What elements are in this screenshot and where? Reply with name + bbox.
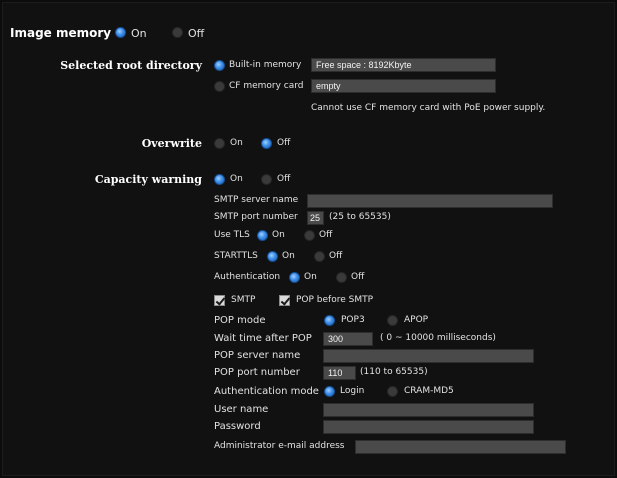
pop-port-label: POP port number xyxy=(214,367,300,378)
smtp-authentication-on-radio[interactable] xyxy=(289,272,300,283)
starttls-on-radio[interactable] xyxy=(267,251,278,262)
smtp-authentication-label: Authentication xyxy=(214,272,281,282)
wait-time-label: Wait time after POP xyxy=(214,333,312,344)
pop-before-smtp-label: POP before SMTP xyxy=(296,295,374,305)
overwrite-on-label: On xyxy=(230,138,243,148)
builtin-memory-radio[interactable] xyxy=(214,60,225,71)
capacity-warning-off-label: Off xyxy=(277,174,291,184)
starttls-off-label: Off xyxy=(329,251,343,261)
admin-email-label: Administrator e-mail address xyxy=(214,441,345,451)
smtp-authentication-on-label: On xyxy=(304,272,317,282)
use-tls-off-label: Off xyxy=(319,230,333,240)
pop-server-name-input[interactable] xyxy=(323,349,534,363)
capacity-warning-on-label: On xyxy=(230,174,243,184)
auth-mode-cram-md5-label: CRAM-MD5 xyxy=(404,386,454,396)
smtp-server-name-label: SMTP server name xyxy=(214,195,299,205)
pop-mode-pop3-radio[interactable] xyxy=(324,315,335,326)
smtp-authentication-off-label: Off xyxy=(351,272,365,282)
capacity-warning-on-radio[interactable] xyxy=(214,174,225,185)
wait-time-input[interactable]: 300 xyxy=(323,332,373,346)
smtp-authentication-off-radio[interactable] xyxy=(336,272,347,283)
image-memory-on-label: On xyxy=(131,27,147,40)
authentication-mode-label: Authentication mode xyxy=(214,386,319,397)
overwrite-label: Overwrite xyxy=(141,137,202,150)
starttls-label: STARTTLS xyxy=(214,251,258,261)
pop-mode-label: POP mode xyxy=(214,315,266,326)
capacity-warning-label: Capacity warning xyxy=(94,173,202,186)
pop-mode-apop-radio[interactable] xyxy=(387,315,398,326)
admin-email-input[interactable] xyxy=(355,440,566,454)
smtp-server-name-input[interactable] xyxy=(307,194,553,208)
starttls-off-radio[interactable] xyxy=(314,251,325,262)
builtin-free-space-field: Free space : 8192Kbyte xyxy=(311,58,496,72)
starttls-on-label: On xyxy=(282,251,295,261)
password-label: Password xyxy=(214,421,261,432)
smtp-checkbox[interactable] xyxy=(214,295,225,306)
capacity-warning-off-radio[interactable] xyxy=(261,174,272,185)
pop-port-input[interactable]: 110 xyxy=(323,366,356,380)
overwrite-on-radio[interactable] xyxy=(214,138,225,149)
wait-time-range: ( 0 ~ 10000 milliseconds) xyxy=(380,333,496,343)
image-memory-off-label: Off xyxy=(188,27,205,40)
use-tls-off-radio[interactable] xyxy=(304,230,315,241)
image-memory-label: Image memory xyxy=(10,26,112,40)
auth-mode-cram-md5-radio[interactable] xyxy=(387,386,398,397)
cf-poe-note: Cannot use CF memory card with PoE power… xyxy=(311,103,546,113)
auth-mode-login-radio[interactable] xyxy=(324,386,335,397)
auth-mode-login-label: Login xyxy=(340,386,365,396)
pop-mode-apop-label: APOP xyxy=(404,315,429,325)
smtp-port-range: (25 to 65535) xyxy=(329,212,391,222)
password-input[interactable] xyxy=(323,420,534,434)
smtp-port-label: SMTP port number xyxy=(214,212,298,222)
image-memory-on-radio[interactable] xyxy=(115,27,126,38)
smtp-checkbox-label: SMTP xyxy=(231,295,256,305)
root-directory-label: Selected root directory xyxy=(60,59,202,72)
use-tls-on-label: On xyxy=(272,230,285,240)
user-name-label: User name xyxy=(214,404,269,415)
smtp-port-input[interactable]: 25 xyxy=(307,211,324,225)
pop-port-range: (110 to 65535) xyxy=(360,367,428,377)
pop-before-smtp-checkbox[interactable] xyxy=(279,295,290,306)
cf-memory-card-field: empty xyxy=(311,79,496,93)
overwrite-off-radio[interactable] xyxy=(261,138,272,149)
pop-mode-pop3-label: POP3 xyxy=(341,315,365,325)
image-memory-off-radio[interactable] xyxy=(172,27,183,38)
overwrite-off-label: Off xyxy=(277,138,291,148)
use-tls-label: Use TLS xyxy=(214,230,250,240)
pop-server-name-label: POP server name xyxy=(214,350,301,361)
use-tls-on-radio[interactable] xyxy=(257,230,268,241)
cf-memory-card-radio[interactable] xyxy=(214,81,225,92)
cf-memory-card-label: CF memory card xyxy=(229,81,304,91)
builtin-memory-label: Built-in memory xyxy=(229,60,302,70)
user-name-input[interactable] xyxy=(323,403,534,417)
